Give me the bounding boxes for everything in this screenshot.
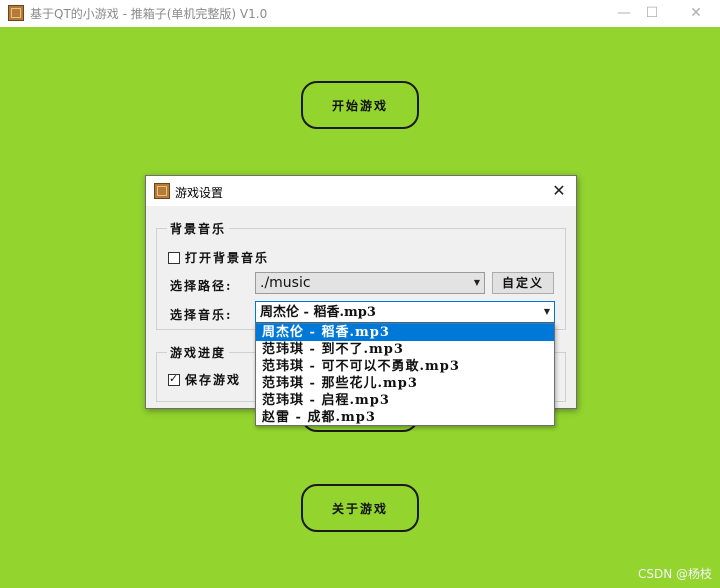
close-window-button[interactable]: ✕ xyxy=(684,3,708,23)
box-dialog-icon xyxy=(154,183,170,199)
window-titlebar[interactable]: 基于QT的小游戏 - 推箱子(单机完整版) V1.0 — ☐ ✕ xyxy=(0,0,720,26)
start-game-button[interactable]: 开始游戏 xyxy=(301,81,419,129)
custom-path-button[interactable]: 自定义 xyxy=(492,272,554,294)
save-game-label: 保存游戏 xyxy=(185,373,242,387)
music-option[interactable]: 赵雷 - 成都.mp3 xyxy=(256,409,554,426)
enable-music-label: 打开背景音乐 xyxy=(185,251,270,265)
progress-group-title: 游戏进度 xyxy=(167,344,230,361)
dialog-titlebar[interactable]: 游戏设置 ✕ xyxy=(146,176,576,206)
box-app-icon xyxy=(8,5,24,21)
save-game-checkbox[interactable] xyxy=(168,372,180,386)
enable-music-row[interactable]: 打开背景音乐 xyxy=(168,249,269,266)
music-dropdown-list[interactable]: 周杰伦 - 稻香.mp3 范玮琪 - 到不了.mp3 范玮琪 - 可不可以不勇敢.m… xyxy=(255,323,555,426)
music-label: 选择音乐: xyxy=(170,308,233,322)
window-title: 基于QT的小游戏 - 推箱子(单机完整版) V1.0 xyxy=(30,7,268,21)
watermark: CSDN @杨枝 xyxy=(637,567,712,581)
path-label: 选择路径: xyxy=(170,279,233,293)
music-combobox[interactable]: 周杰伦 - 稻香.mp3 ▼ xyxy=(255,301,555,323)
music-option[interactable]: 范玮琪 - 到不了.mp3 xyxy=(256,341,554,358)
maximize-button[interactable]: ☐ xyxy=(640,3,664,23)
dialog-close-button[interactable]: ✕ xyxy=(548,180,570,202)
path-value: ./music xyxy=(260,275,311,291)
minimize-button[interactable]: — xyxy=(612,3,636,23)
dialog-title: 游戏设置 xyxy=(175,186,224,200)
save-game-row[interactable]: 保存游戏 xyxy=(168,371,241,388)
music-option[interactable]: 周杰伦 - 稻香.mp3 xyxy=(256,324,554,341)
music-group-title: 背景音乐 xyxy=(167,220,230,237)
enable-music-checkbox[interactable] xyxy=(168,251,180,264)
music-option[interactable]: 范玮琪 - 可不可以不勇敢.mp3 xyxy=(256,358,554,375)
music-option[interactable]: 范玮琪 - 那些花儿.mp3 xyxy=(256,375,554,392)
about-game-button[interactable]: 关于游戏 xyxy=(301,484,419,532)
music-value: 周杰伦 - 稻香.mp3 xyxy=(260,305,376,320)
path-combobox[interactable]: ./music ▼ xyxy=(255,272,485,294)
music-option[interactable]: 范玮琪 - 启程.mp3 xyxy=(256,392,554,409)
chevron-down-icon: ▼ xyxy=(543,307,550,316)
chevron-down-icon: ▼ xyxy=(473,278,480,287)
